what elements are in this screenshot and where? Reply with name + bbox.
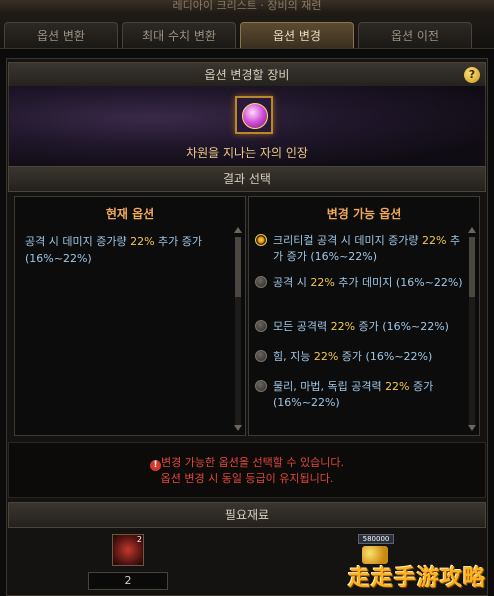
result-select-title: 결과 선택 xyxy=(223,172,271,186)
material-badge: 2 xyxy=(136,535,142,544)
current-option-text: 공격 시 데미지 증가량 22% 추가 증가 (16%~22%) xyxy=(25,235,203,265)
scroll-down-icon[interactable] xyxy=(234,425,242,431)
materials-header: 필요재료 xyxy=(8,502,486,528)
scroll-down-icon[interactable] xyxy=(468,425,476,431)
radio-icon[interactable] xyxy=(255,350,267,362)
target-equipment-title: 옵션 변경할 장비 xyxy=(204,68,290,82)
option-item-str-int[interactable]: 힘, 지능 22% 증가 (16%~22%) xyxy=(255,349,467,365)
materials-title: 필요재료 xyxy=(224,508,270,522)
scroll-up-icon[interactable] xyxy=(468,227,476,233)
available-option-box: 변경 가능 옵션 크리티컬 공격 시 데미지 증가량 22% 추가 증가 (16… xyxy=(248,196,480,436)
option-item-additional-damage[interactable]: 공격 시 22% 추가 데미지 (16%~22%) xyxy=(255,275,467,291)
notice-line-1: ! 변경 가능한 옵션을 선택할 수 있습니다. xyxy=(9,455,485,471)
tab-option-transform[interactable]: 옵션 변환 xyxy=(4,22,118,48)
window-title: 레디아이 크리스트 · 장비의 재련 xyxy=(0,0,494,14)
scroll-up-icon[interactable] xyxy=(234,227,242,233)
current-option-title: 현재 옵션 xyxy=(105,207,155,221)
radio-icon[interactable] xyxy=(255,276,267,288)
option-item-phys-mag-indep-attack[interactable]: 물리, 마법, 독립 공격력 22% 증가 (16%~22%) xyxy=(255,379,467,411)
material-item-slot[interactable]: 2 xyxy=(112,534,144,566)
option-item-all-attack[interactable]: 모든 공격력 22% 증가 (16%~22%) xyxy=(255,319,467,335)
watermark-logo: 走走手游攻略 xyxy=(347,566,486,591)
tab-option-transfer[interactable]: 옵션 이전 xyxy=(358,22,472,48)
radio-icon[interactable] xyxy=(255,320,267,332)
warning-icon: ! xyxy=(150,460,162,471)
available-option-scrollbar[interactable] xyxy=(469,237,475,427)
tab-option-change[interactable]: 옵션 변경 xyxy=(240,22,354,48)
result-select-header: 결과 선택 xyxy=(8,166,486,192)
seal-item-icon xyxy=(242,103,268,129)
notice-box: ! 변경 가능한 옵션을 선택할 수 있습니다. 옵션 변경 시 동일 등급이 유… xyxy=(8,442,486,498)
target-item-area: 차원을 지나는 자의 인장 xyxy=(8,86,486,166)
tab-max-value-transform[interactable]: 최대 수치 변환 xyxy=(122,22,236,48)
gold-amount-label: 580000 xyxy=(358,534,394,544)
current-option-box: 현재 옵션 공격 시 데미지 증가량 22% 추가 증가 (16%~22%) xyxy=(14,196,246,436)
available-option-title: 변경 가능 옵션 xyxy=(326,207,402,221)
target-equipment-header: 옵션 변경할 장비 ? xyxy=(8,62,486,88)
item-name: 차원을 지나는 자의 인장 xyxy=(186,146,308,160)
equipment-slot[interactable] xyxy=(235,96,273,134)
help-icon[interactable]: ? xyxy=(464,67,480,83)
current-option-scrollbar[interactable] xyxy=(235,237,241,427)
radio-icon[interactable] xyxy=(255,380,267,392)
notice-line-2: 옵션 변경 시 동일 등급이 유지됩니다. xyxy=(160,472,334,485)
option-item-critical-damage[interactable]: 크리티컬 공격 시 데미지 증가량 22% 추가 증가 (16%~22%) xyxy=(255,233,467,265)
radio-selected-icon[interactable] xyxy=(255,234,267,246)
tab-bar: 옵션 변환 최대 수치 변환 옵션 변경 옵션 이전 xyxy=(0,14,494,49)
material-count: 2 xyxy=(88,572,168,590)
